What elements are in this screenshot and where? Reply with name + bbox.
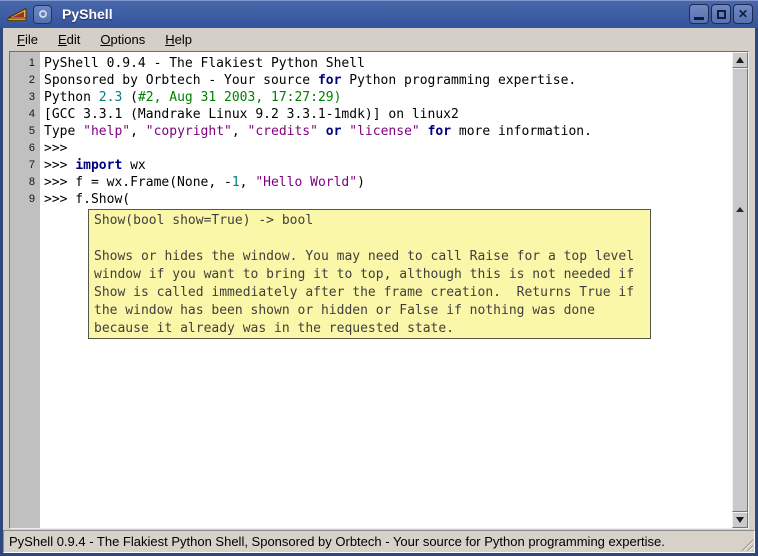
line-number: 4	[10, 106, 40, 123]
calltip-line: Shows or hides the window. You may need …	[94, 248, 645, 266]
calltip-line: window if you want to bring it to top, a…	[94, 266, 645, 284]
vertical-scrollbar[interactable]	[732, 52, 748, 528]
pyshell-window: PyShell ✕ FileEditOptionsHelp 123456789 …	[0, 0, 758, 556]
menubar: FileEditOptionsHelp	[3, 28, 755, 51]
calltip: Show(bool show=True) -> bool Shows or hid…	[88, 209, 651, 339]
shell-line: [GCC 3.3.1 (Mandrake Linux 9.2 3.3.1-1md…	[44, 106, 732, 123]
maximize-icon	[717, 10, 726, 19]
minimize-button[interactable]	[689, 4, 709, 24]
arrow-up-icon	[736, 57, 744, 63]
minimize-icon	[694, 17, 704, 20]
shell-line: Python 2.3 (#2, Aug 31 2003, 17:27:29)	[44, 89, 732, 106]
titlebar[interactable]: PyShell ✕	[0, 0, 758, 28]
statusbar-text: PyShell 0.9.4 - The Flakiest Python Shel…	[9, 534, 665, 549]
calltip-line: Show(bool show=True) -> bool	[94, 212, 645, 230]
menu-options[interactable]: Options	[90, 30, 155, 50]
line-number-margin: 123456789	[10, 52, 40, 528]
menu-edit[interactable]: Edit	[48, 30, 90, 50]
arrow-down-icon	[736, 517, 744, 523]
scrollbar-thumb[interactable]	[732, 68, 748, 512]
scroll-up-button[interactable]	[732, 52, 748, 68]
maximize-button[interactable]	[711, 4, 731, 24]
line-number: 5	[10, 123, 40, 140]
line-number: 3	[10, 89, 40, 106]
shell-line: >>> f = wx.Frame(None, -1, "Hello World"…	[44, 174, 732, 191]
shell-line: >>> f.Show(	[44, 191, 732, 208]
scroll-down-button[interactable]	[732, 512, 748, 528]
thumb-grip-icon	[736, 207, 744, 212]
shell-line: >>>	[44, 140, 732, 157]
close-button[interactable]: ✕	[733, 4, 753, 24]
resize-grip[interactable]	[740, 538, 753, 551]
calltip-line: because it already was in the requested …	[94, 320, 645, 338]
window-title: PyShell	[62, 6, 113, 22]
circle-icon	[39, 10, 47, 18]
pie-slice-icon	[7, 5, 27, 24]
line-number: 6	[10, 140, 40, 157]
menu-file[interactable]: File	[7, 30, 48, 50]
statusbar: PyShell 0.9.4 - The Flakiest Python Shel…	[3, 530, 755, 553]
calltip-line	[94, 230, 645, 248]
line-number: 7	[10, 157, 40, 174]
shell-line: Sponsored by Orbtech - Your source for P…	[44, 72, 732, 89]
calltip-line: the window has been shown or hidden or F…	[94, 302, 645, 320]
close-icon: ✕	[738, 8, 748, 20]
window-controls: ✕	[689, 4, 753, 24]
line-number: 9	[10, 191, 40, 208]
client-area: FileEditOptionsHelp 123456789 PyShell 0.…	[3, 28, 755, 553]
line-number: 8	[10, 174, 40, 191]
window-menu-button[interactable]	[33, 5, 52, 24]
calltip-line: Show is called immediately after the fra…	[94, 284, 645, 302]
shell-line: >>> import wx	[44, 157, 732, 174]
line-number: 1	[10, 55, 40, 72]
shell-line: Type "help", "copyright", "credits" or "…	[44, 123, 732, 140]
shell-line: PyShell 0.9.4 - The Flakiest Python Shel…	[44, 55, 732, 72]
line-number: 2	[10, 72, 40, 89]
menu-help[interactable]: Help	[155, 30, 202, 50]
